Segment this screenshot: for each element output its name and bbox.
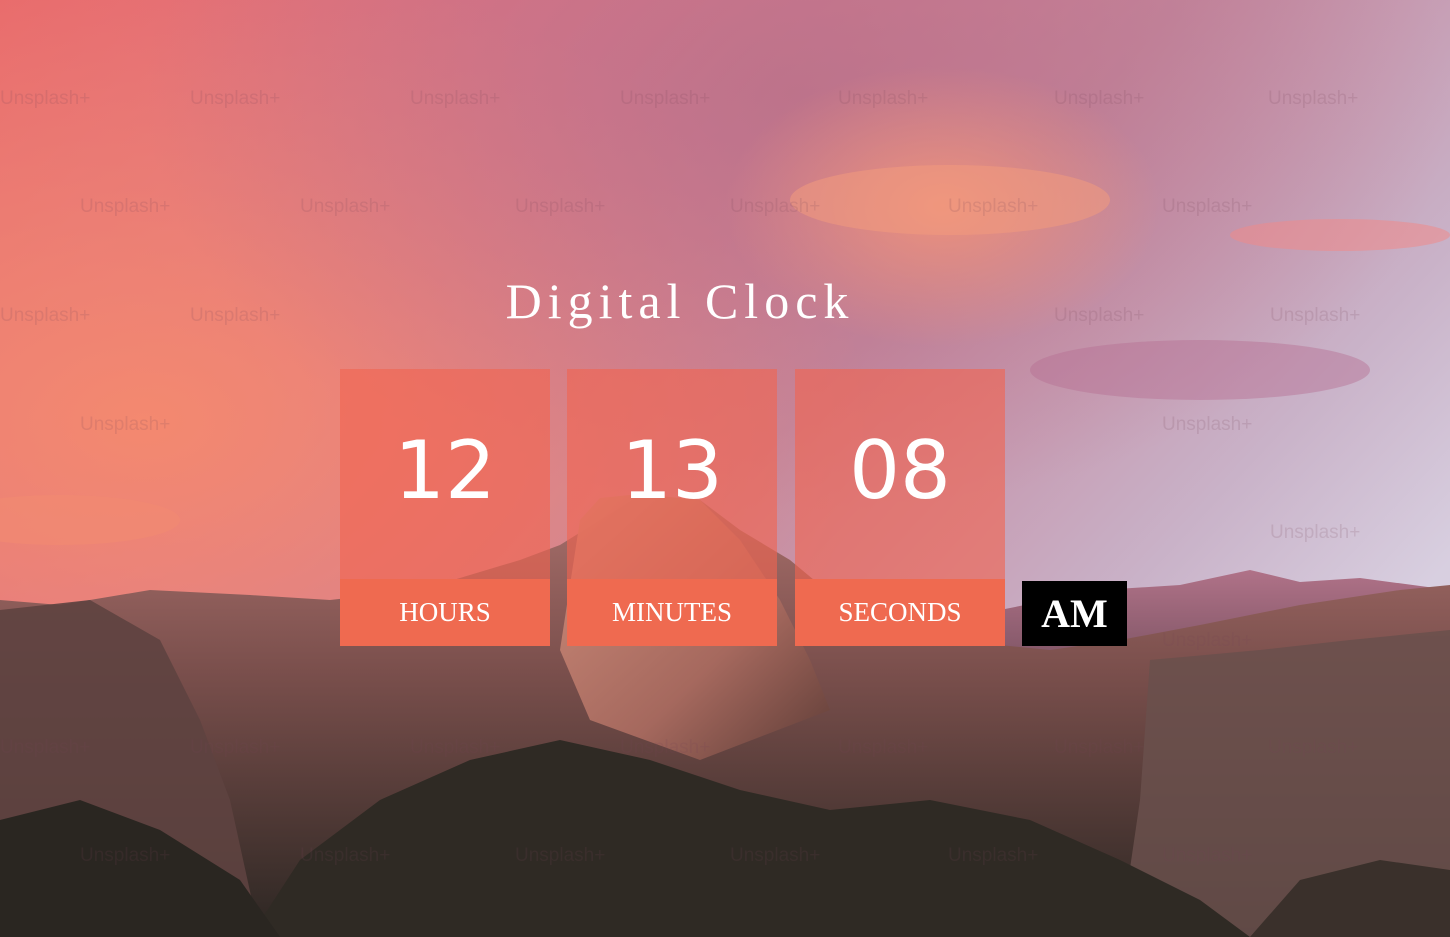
- page-title: Digital Clock: [505, 273, 855, 329]
- seconds-value: 08: [795, 369, 1005, 579]
- seconds-box: 08 SECONDS: [795, 369, 1005, 646]
- minutes-value: 13: [567, 369, 777, 579]
- hours-box: 12 HOURS: [340, 369, 550, 646]
- hours-value: 12: [340, 369, 550, 579]
- seconds-label: SECONDS: [795, 579, 1005, 646]
- period-badge: AM: [1022, 581, 1127, 646]
- minutes-box: 13 MINUTES: [567, 369, 777, 646]
- minutes-label: MINUTES: [567, 579, 777, 646]
- hours-label: HOURS: [340, 579, 550, 646]
